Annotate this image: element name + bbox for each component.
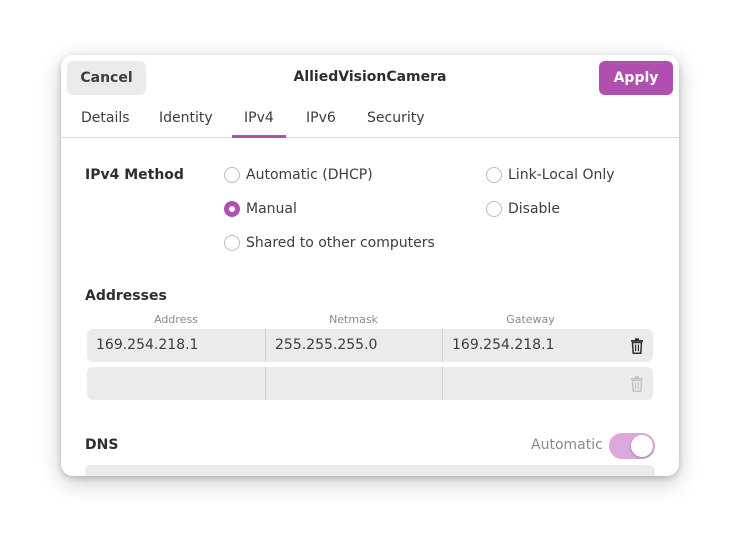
dns-input[interactable] <box>85 465 655 476</box>
netmask-field[interactable] <box>265 367 442 400</box>
toggle-knob <box>631 435 653 457</box>
address-row: 169.254.218.1 255.255.255.0 169.254.218.… <box>87 329 653 362</box>
radio-automatic-dhcp[interactable]: Automatic (DHCP) <box>224 167 373 183</box>
gateway-field[interactable]: 169.254.218.1 <box>442 329 619 362</box>
radio-link-local-only[interactable]: Link-Local Only <box>486 167 615 183</box>
apply-button[interactable]: Apply <box>599 61 673 95</box>
column-header-gateway: Gateway <box>506 313 555 326</box>
radio-shared[interactable]: Shared to other computers <box>224 235 435 251</box>
radio-disable[interactable]: Disable <box>486 201 560 217</box>
radio-button[interactable] <box>224 201 240 217</box>
radio-button[interactable] <box>486 167 502 183</box>
dialog-title: AlliedVisionCamera <box>293 69 447 85</box>
trash-icon[interactable] <box>620 329 653 362</box>
radio-label: Shared to other computers <box>246 235 435 251</box>
ipv4-method-label: IPv4 Method <box>85 167 184 183</box>
column-header-address: Address <box>154 313 198 326</box>
radio-label: Link-Local Only <box>508 167 615 183</box>
tab-identity[interactable]: Identity <box>159 99 213 137</box>
netmask-field[interactable]: 255.255.255.0 <box>265 329 442 362</box>
radio-label: Automatic (DHCP) <box>246 167 373 183</box>
dialog-header: Cancel AlliedVisionCamera Apply Details … <box>61 55 679 138</box>
address-field[interactable]: 169.254.218.1 <box>87 329 265 362</box>
dns-automatic-label: Automatic <box>531 437 603 453</box>
connection-dialog: Cancel AlliedVisionCamera Apply Details … <box>61 55 679 476</box>
dns-label: DNS <box>85 437 119 453</box>
radio-button[interactable] <box>224 235 240 251</box>
tab-ipv4[interactable]: IPv4 <box>232 99 286 138</box>
tab-security[interactable]: Security <box>367 99 425 137</box>
tab-ipv6[interactable]: IPv6 <box>306 99 336 137</box>
dns-automatic-toggle[interactable] <box>609 433 655 459</box>
tab-bar: Details Identity IPv4 IPv6 Security <box>61 99 679 138</box>
address-field[interactable] <box>87 367 265 400</box>
gateway-field[interactable] <box>442 367 619 400</box>
radio-button[interactable] <box>486 201 502 217</box>
column-header-netmask: Netmask <box>329 313 378 326</box>
addresses-label: Addresses <box>85 288 167 304</box>
radio-label: Disable <box>508 201 560 217</box>
radio-button[interactable] <box>224 167 240 183</box>
tab-details[interactable]: Details <box>81 99 130 137</box>
radio-label: Manual <box>246 201 297 217</box>
trash-icon <box>620 367 653 400</box>
address-row-empty <box>87 367 653 400</box>
radio-manual[interactable]: Manual <box>224 201 297 217</box>
